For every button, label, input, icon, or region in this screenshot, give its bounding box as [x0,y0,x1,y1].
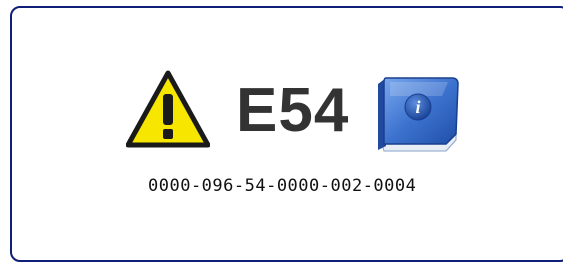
info-book-icon[interactable]: i [372,74,464,154]
error-content: E54 i 0000-096-54-0000-002-0004 [0,0,563,266]
error-detail-code: 0000-096-54-0000-002-0004 [148,176,417,196]
error-code: E54 [236,76,350,145]
warning-icon [126,70,210,148]
svg-text:i: i [415,97,420,117]
